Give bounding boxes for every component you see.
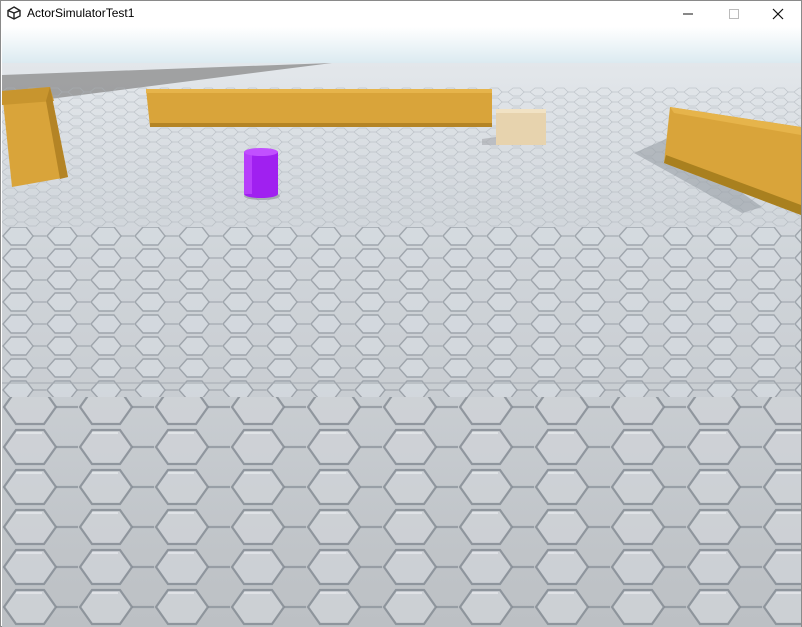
- window-title: ActorSimulatorTest1: [27, 6, 135, 20]
- sky: [2, 27, 801, 67]
- close-button[interactable]: [755, 1, 801, 27]
- minimize-icon: [683, 13, 693, 15]
- game-viewport[interactable]: [2, 27, 801, 627]
- maximize-button[interactable]: [711, 1, 757, 27]
- stone-texture-mid: [2, 227, 801, 397]
- title-bar[interactable]: ActorSimulatorTest1: [1, 1, 801, 27]
- cube: [496, 109, 546, 145]
- cube-top: [496, 109, 546, 113]
- close-icon: [772, 8, 784, 20]
- back-wall: [146, 89, 492, 127]
- back-wall-top: [146, 89, 492, 93]
- game-scene[interactable]: [2, 27, 801, 627]
- unity-logo-icon: [7, 6, 21, 20]
- game-window: ActorSimulatorTest1: [0, 0, 802, 627]
- cylinder-top: [244, 148, 278, 156]
- cylinder-highlight: [244, 152, 252, 194]
- back-wall-bottom: [150, 123, 492, 127]
- stone-texture-near: [2, 397, 801, 627]
- minimize-button[interactable]: [665, 1, 711, 27]
- maximize-icon: [729, 9, 739, 19]
